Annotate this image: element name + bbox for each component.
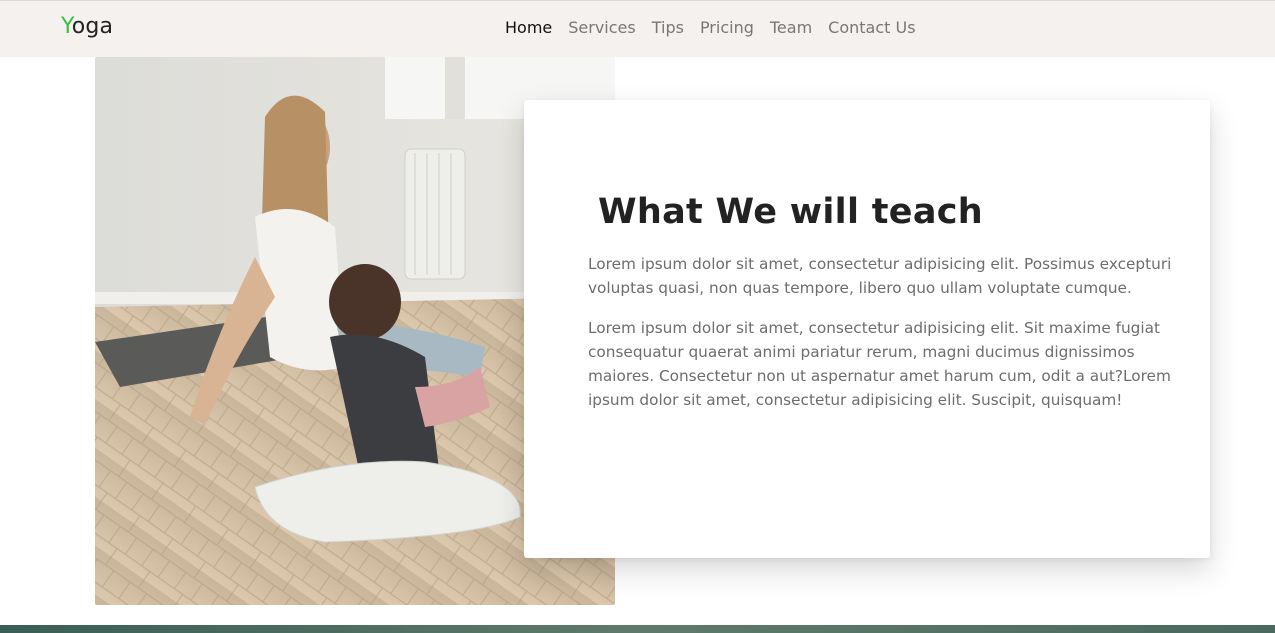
nav-item-home[interactable]: Home [505,18,552,37]
brand-logo-accent-letter: Y [61,14,72,39]
footer-band [0,625,1275,633]
nav-item-tips[interactable]: Tips [652,18,684,37]
nav-item-services[interactable]: Services [568,18,635,37]
navbar: Yoga Home Services Tips Pricing Team Con… [0,0,1275,57]
main-nav: Home Services Tips Pricing Team Contact … [505,18,916,37]
nav-item-contact-us[interactable]: Contact Us [828,18,915,37]
nav-item-team[interactable]: Team [770,18,812,37]
about-heading: What We will teach [598,192,983,232]
brand-logo[interactable]: Yoga [61,14,113,39]
about-card: What We will teach Lorem ipsum dolor sit… [524,100,1210,558]
about-paragraph-2: Lorem ipsum dolor sit amet, consectetur … [588,319,1171,409]
nav-item-pricing[interactable]: Pricing [700,18,754,37]
about-paragraph-1: Lorem ipsum dolor sit amet, consectetur … [588,255,1172,297]
brand-logo-text: oga [71,14,114,39]
